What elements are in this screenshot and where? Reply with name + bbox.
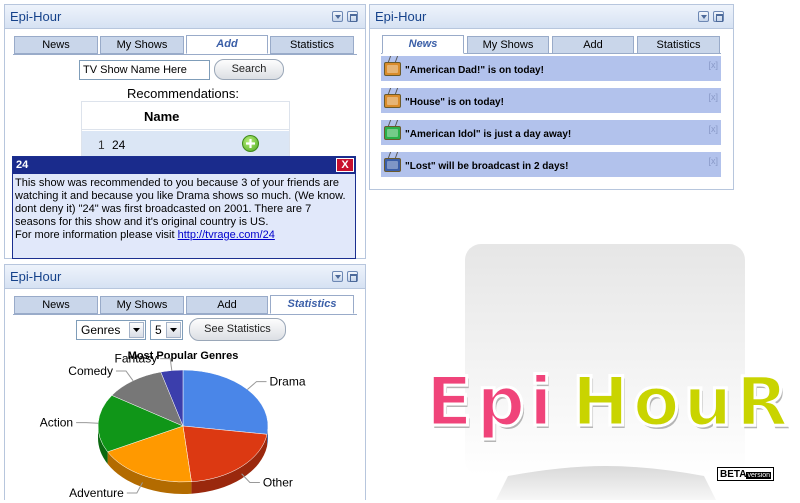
logo-hour: HouR [570, 363, 793, 442]
recommendations-table: Name 1 24 [81, 101, 290, 158]
widget-title: Epi-Hour [10, 9, 62, 24]
close-icon[interactable]: X [336, 158, 354, 172]
beta-label: BETA [720, 469, 747, 480]
pie-label-fantasy: Fantasy [115, 352, 158, 366]
chevron-down-icon[interactable] [129, 322, 144, 338]
tab-my-shows[interactable]: My Shows [100, 36, 184, 54]
pie-label-comedy: Comedy [68, 364, 113, 378]
more-info-link[interactable]: http://tvrage.com/24 [178, 229, 275, 241]
popup-header: 24 X [13, 157, 355, 174]
news-text: "American Dad!" is on today! [405, 65, 544, 76]
add-widget-header: Epi-Hour [5, 5, 365, 29]
pie-slice-drama[interactable] [182, 369, 269, 435]
pie-leader-line [247, 381, 267, 390]
stat-count-select[interactable]: 5 [150, 320, 183, 340]
popup-title: 24 [16, 159, 29, 171]
tv-icon [384, 94, 401, 108]
tab-news[interactable]: News [14, 36, 98, 54]
tab-statistics[interactable]: Statistics [270, 36, 354, 54]
pie-leader-line [76, 422, 99, 424]
news-text: "Lost" will be broadcast in 2 days! [405, 161, 569, 172]
maximize-icon[interactable] [347, 11, 358, 22]
news-item[interactable]: "Lost" will be broadcast in 2 days! [x] [381, 152, 721, 178]
pie-label-adventure: Adventure [69, 486, 124, 500]
dismiss-button[interactable]: [x] [708, 92, 718, 102]
row-show-name: 24 [112, 138, 126, 152]
add-show-icon[interactable] [242, 135, 259, 152]
table-header: Name [82, 102, 289, 130]
pie-label-other: Other [263, 475, 293, 489]
popup-description: This show was recommended to you because… [15, 177, 346, 228]
news-list: "American Dad!" is on today! [x] "House"… [369, 0, 734, 190]
news-item[interactable]: "American Idol" is just a day away! [x] [381, 120, 721, 146]
tab-divider [13, 54, 357, 55]
tv-icon [384, 158, 401, 172]
pie-slices [97, 369, 269, 483]
logo-epi: Epi [424, 363, 557, 442]
search-button[interactable]: Search [214, 59, 284, 80]
pie-label-action: Action [40, 416, 73, 430]
genres-pie-chart: Most Popular Genres DramaOtherAdventureA… [40, 350, 306, 500]
pie-slice-other[interactable] [182, 425, 268, 482]
dismiss-button[interactable]: [x] [708, 156, 718, 166]
see-statistics-button[interactable]: See Statistics [189, 318, 286, 341]
tv-icon [384, 126, 401, 140]
column-header-name: Name [144, 109, 180, 124]
tab-my-shows[interactable]: My Shows [100, 296, 184, 314]
news-text: "House" is on today! [405, 97, 504, 108]
tab-news[interactable]: News [14, 296, 98, 314]
pie-label-drama: Drama [269, 375, 305, 389]
popup-body: This show was recommended to you because… [13, 174, 355, 245]
stat-type-value: Genres [81, 323, 121, 337]
dismiss-button[interactable]: [x] [708, 60, 718, 70]
dismiss-button[interactable]: [x] [708, 124, 718, 134]
pie-leader-line [115, 370, 134, 381]
show-info-popup: 24 X This show was recommended to you be… [12, 156, 356, 259]
menu-icon[interactable] [332, 11, 343, 22]
maximize-icon[interactable] [347, 271, 358, 282]
table-row[interactable]: 1 24 [82, 131, 289, 158]
stat-count-value: 5 [155, 323, 162, 337]
row-index: 1 [98, 138, 105, 152]
tab-statistics[interactable]: Statistics [270, 295, 354, 314]
tab-divider [13, 314, 357, 315]
widget-title: Epi-Hour [10, 269, 62, 284]
stats-widget-header: Epi-Hour [5, 265, 365, 289]
version-label: version [746, 472, 772, 479]
popup-more-text: For more information please visit [15, 229, 178, 241]
tab-add[interactable]: Add [186, 296, 268, 314]
logo-area: Epi HouR BETAversion [412, 240, 800, 500]
stat-type-select[interactable]: Genres [76, 320, 146, 340]
tab-add[interactable]: Add [186, 35, 268, 54]
tv-icon [384, 62, 401, 76]
beta-badge: BETAversion [717, 467, 775, 481]
chevron-down-icon[interactable] [166, 322, 181, 338]
recommendations-label: Recommendations: [127, 86, 239, 101]
menu-icon[interactable] [332, 271, 343, 282]
news-item[interactable]: "House" is on today! [x] [381, 88, 721, 114]
news-item[interactable]: "American Dad!" is on today! [x] [381, 56, 721, 82]
news-text: "American Idol" is just a day away! [405, 129, 572, 140]
show-search-input[interactable]: TV Show Name Here [79, 60, 210, 80]
